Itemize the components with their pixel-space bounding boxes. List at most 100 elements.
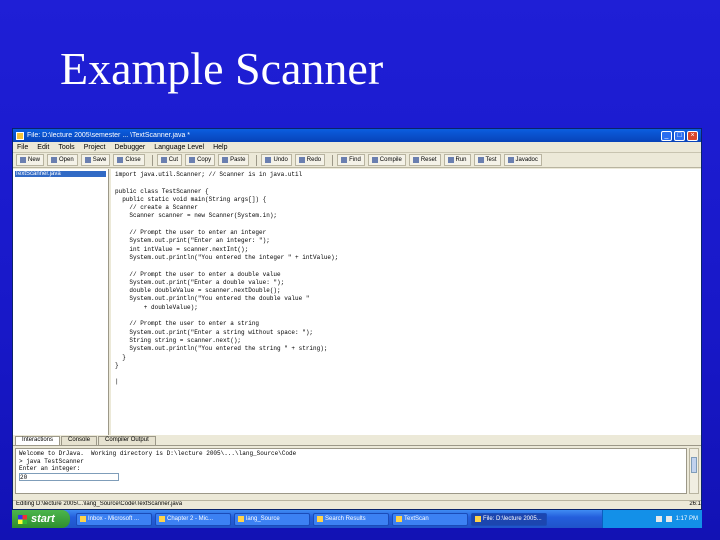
javadoc-label: Javadoc [515,157,538,163]
maximize-button[interactable]: □ [674,130,685,141]
slide-title: Example Scanner [60,43,384,94]
taskbar-item[interactable]: Chapter 2 - Mic... [155,512,231,526]
app-icon [16,131,24,140]
reset-button[interactable]: Reset [408,154,441,166]
answer-value: 20 [20,473,28,481]
close-file-button[interactable]: Close [113,154,145,166]
scrollbar-thumb[interactable] [691,457,697,473]
interactions-scrollbar[interactable] [689,448,699,494]
bottom-tabs: Interactions Console Compiler Output [13,436,701,446]
toolbar-separator [151,154,153,166]
window-titlebar[interactable]: File: D:\lecture 2005\semester ... \Text… [13,129,701,142]
close-button[interactable]: × [687,130,698,141]
tab-interactions[interactable]: Interactions [15,436,61,445]
open-label: Open [59,157,74,163]
drjava-window: File: D:\lecture 2005\semester ... \Text… [12,128,702,510]
menu-tools[interactable]: Tools [58,144,74,151]
compile-icon [371,157,378,163]
main-area: TextScanner.java import java.util.Scanne… [13,169,701,435]
compile-label: Compile [379,157,402,163]
close-file-icon [117,157,124,163]
cut-button[interactable]: Cut [156,154,183,166]
bottom-pane: Interactions Console Compiler Output Wel… [13,436,701,496]
toolbar-separator [256,154,258,166]
file-list-item[interactable]: TextScanner.java [15,171,106,177]
window-title: File: D:\lecture 2005\semester ... \Text… [27,132,191,139]
open-icon [51,157,58,163]
new-button[interactable]: New [16,154,45,166]
paste-icon [222,157,229,163]
cut-icon [160,157,167,163]
tab-console[interactable]: Console [61,436,98,445]
toolbar: New Open Save Close Cut Copy Paste Undo … [13,153,701,168]
open-button[interactable]: Open [47,154,78,166]
minimize-button[interactable]: _ [661,130,672,141]
toolbar-separator [332,154,334,166]
menu-language-level[interactable]: Language Level [154,144,204,151]
clock: 1:17 PM [675,516,698,522]
redo-label: Redo [306,157,322,163]
undo-icon [265,157,272,163]
windows-logo-icon [18,514,27,524]
menu-debugger[interactable]: Debugger [114,144,145,151]
new-icon [20,157,26,163]
copy-label: Copy [197,157,212,163]
menu-file[interactable]: File [17,144,28,151]
save-label: Save [92,157,107,163]
task-label: File: D:\lecture 2005... [483,516,542,522]
task-icon [396,516,402,522]
system-tray: 1:17 PM [602,510,702,528]
file-list-pane: TextScanner.java [13,169,109,435]
menu-bar: File Edit Tools Project Debugger Languag… [13,142,701,153]
find-label: Find [349,157,361,163]
javadoc-button[interactable]: Javadoc [503,154,542,166]
find-icon [341,157,348,163]
run-button[interactable]: Run [443,154,471,166]
taskbar-item[interactable]: Inbox - Microsoft ... [76,512,152,526]
taskbar-item[interactable]: lang_Source [234,512,310,526]
taskbar: start Inbox - Microsoft ... Chapter 2 - … [12,510,702,528]
taskbar-item[interactable]: Search Results [313,512,389,526]
answer-input[interactable]: 20 [19,472,119,481]
task-icon [80,516,86,522]
start-label: start [31,513,55,525]
code-editor[interactable]: import java.util.Scanner; // Scanner is … [111,169,701,435]
save-button[interactable]: Save [80,154,111,166]
test-icon [477,157,484,163]
run-icon [447,157,454,163]
save-icon [84,157,91,163]
start-button[interactable]: start [12,510,70,528]
paste-button[interactable]: Paste [218,154,250,166]
task-icon [317,516,323,522]
close-file-label: Close [125,157,141,163]
redo-button[interactable]: Redo [294,154,326,166]
task-label: Inbox - Microsoft ... [88,516,140,522]
test-button[interactable]: Test [473,154,501,166]
javadoc-icon [507,157,514,163]
taskbar-item[interactable]: TextScan [392,512,468,526]
task-label: Chapter 2 - Mic... [167,516,214,522]
task-icon [238,516,244,522]
interactions-pane[interactable]: Welcome to DrJava. Working directory is … [15,448,687,494]
reset-label: Reset [420,157,437,163]
find-button[interactable]: Find [337,154,365,166]
copy-button[interactable]: Copy [185,154,216,166]
status-bar: Editing D:\lecture 2005\...\lang_Source\… [13,500,701,509]
tray-icon[interactable] [665,516,672,522]
task-icon [159,516,165,522]
compile-button[interactable]: Compile [367,154,406,166]
cursor-position: 26:1 [689,501,701,507]
undo-button[interactable]: Undo [261,154,292,166]
tab-compiler-output[interactable]: Compiler Output [98,436,156,445]
test-label: Test [485,157,497,163]
task-label: lang_Source [246,516,280,522]
taskbar-item-active[interactable]: File: D:\lecture 2005... [471,512,547,526]
task-label: TextScan [404,516,429,522]
status-text: Editing D:\lecture 2005\...\lang_Source\… [16,501,183,507]
menu-help[interactable]: Help [213,144,227,151]
cut-label: Cut [168,157,179,163]
copy-icon [189,157,196,163]
tray-icon[interactable] [655,516,662,522]
menu-edit[interactable]: Edit [37,144,49,151]
menu-project[interactable]: Project [84,144,106,151]
